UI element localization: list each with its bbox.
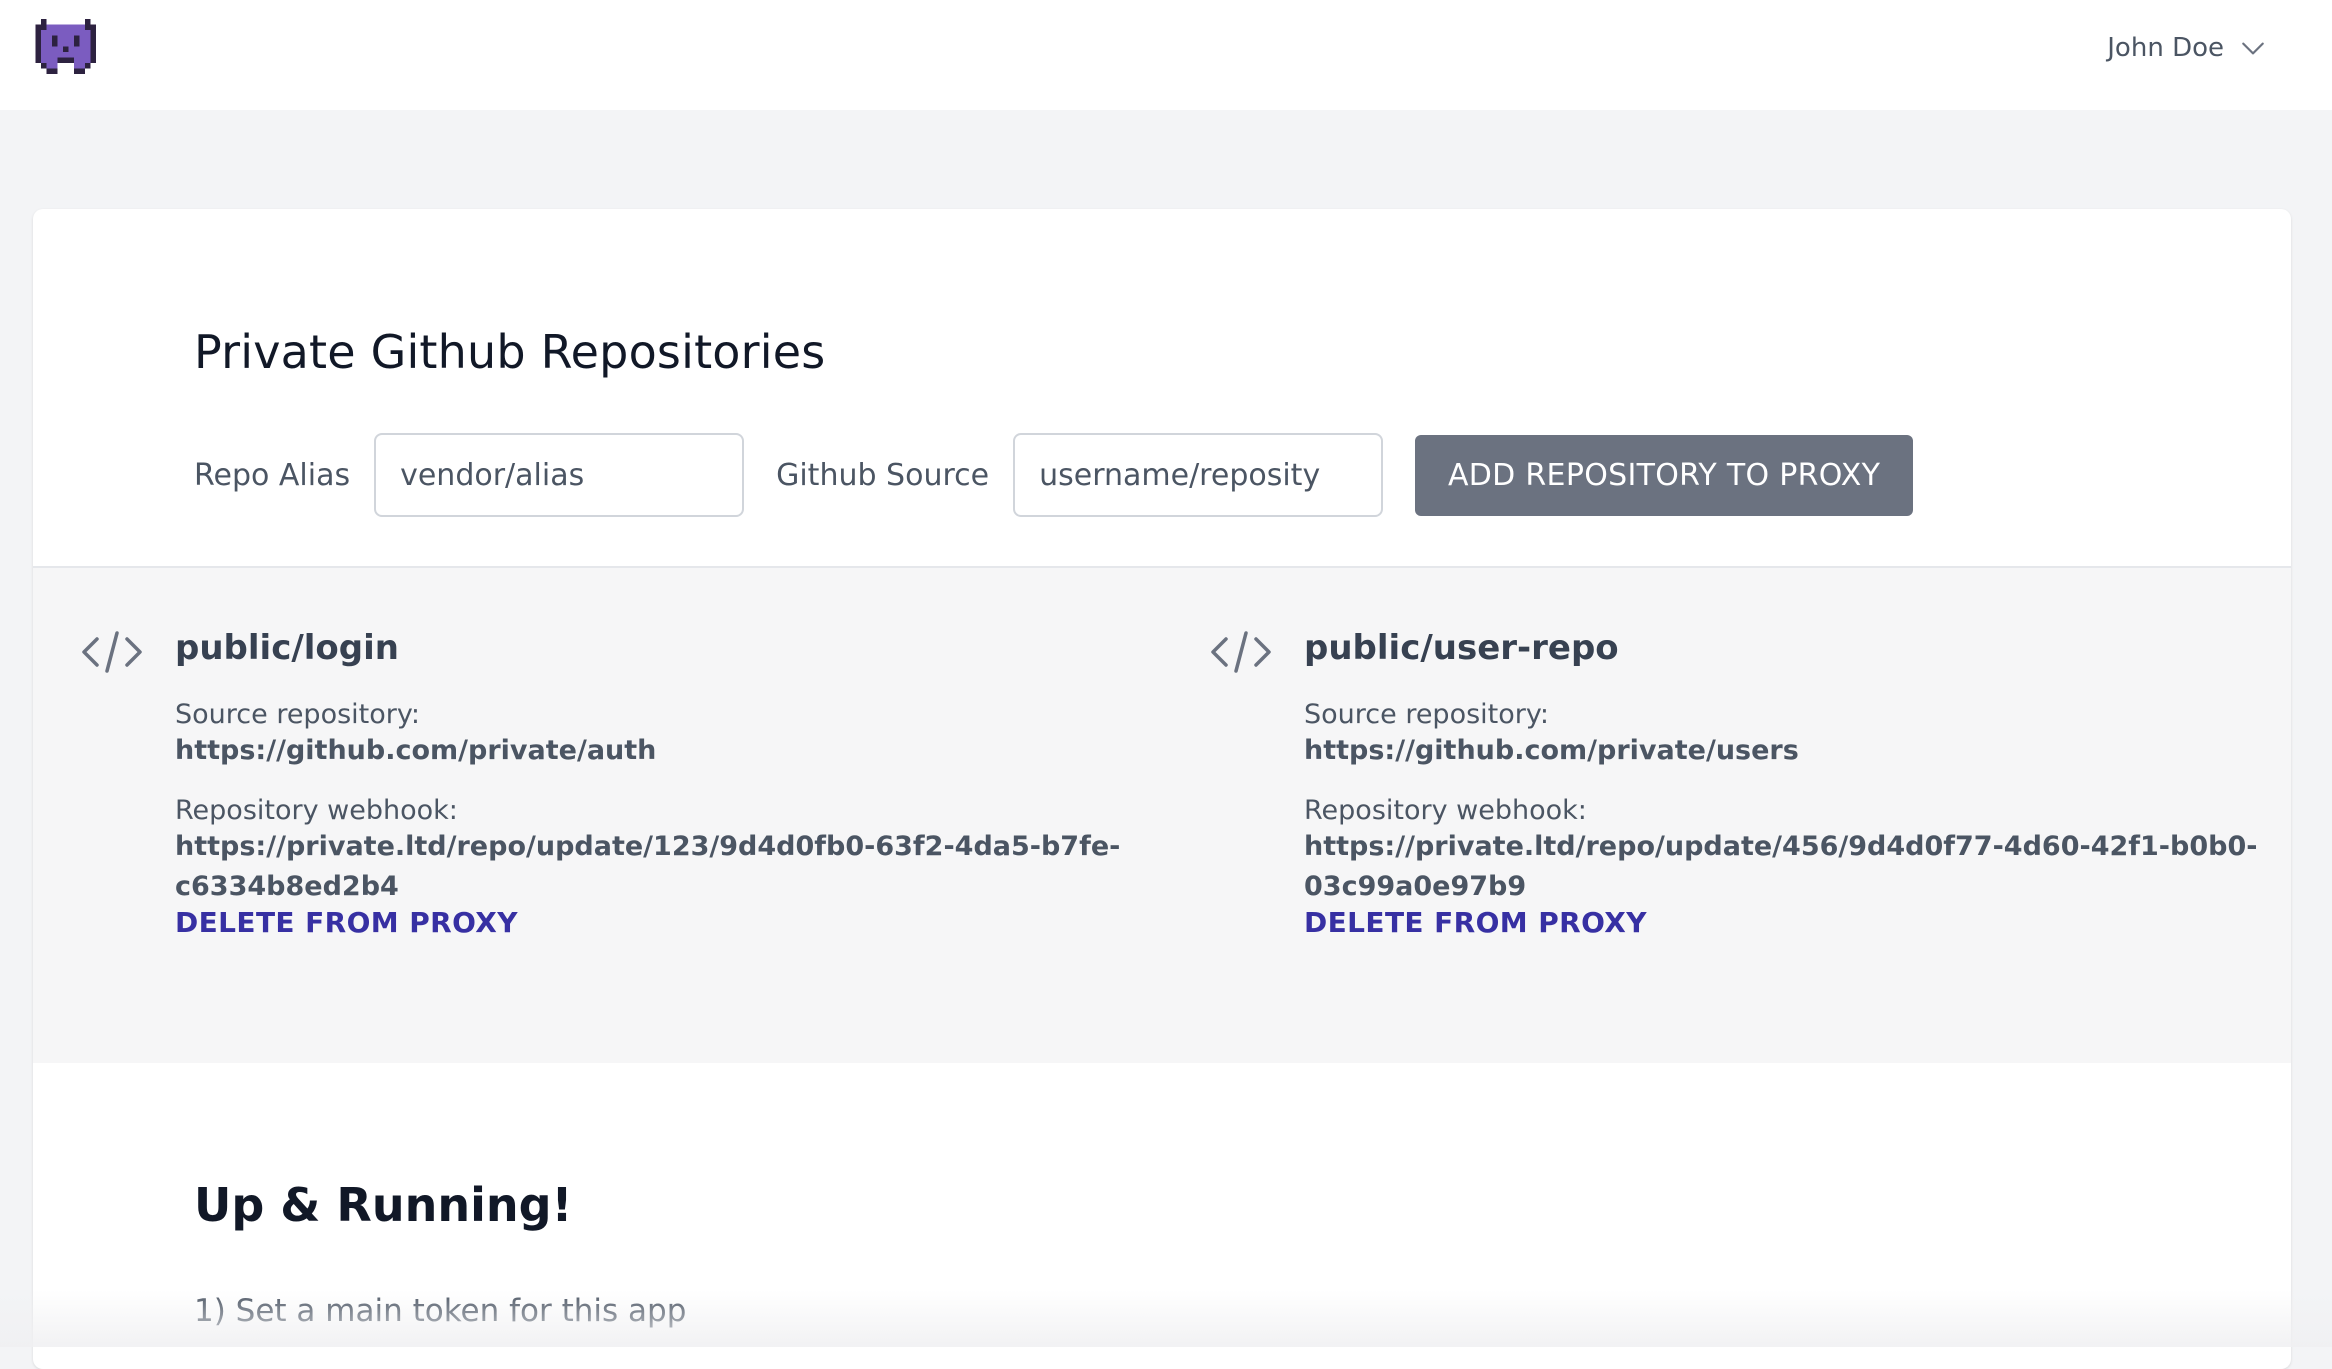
repository-webhook-label: Repository webhook:: [1304, 795, 1587, 826]
user-menu[interactable]: John Doe: [2107, 28, 2266, 68]
add-repository-panel: Private Github Repositories Repo Alias G…: [33, 209, 2291, 566]
github-source-input[interactable]: [1013, 433, 1384, 517]
repo-alias-label: Repo Alias: [194, 457, 351, 493]
repo-alias-input[interactable]: [374, 433, 745, 517]
repository-list: public/login Source repository: https://…: [33, 566, 2291, 1063]
repository-item: public/login Source repository: https://…: [81, 568, 1181, 1065]
repository-webhook-url-line-2: c6334b8ed2b4: [175, 871, 399, 902]
chevron-down-icon: [2242, 42, 2264, 55]
add-repository-button[interactable]: ADD REPOSITORY TO PROXY: [1415, 434, 1914, 516]
up-and-running-title: Up & Running!: [194, 1178, 573, 1232]
top-navbar: John Doe: [0, 0, 2332, 110]
delete-from-proxy-link[interactable]: DELETE FROM PROXY: [175, 906, 518, 939]
repository-webhook-url-line-1: https://private.ltd/repo/update/123/9d4d…: [175, 831, 1121, 862]
delete-from-proxy-link[interactable]: DELETE FROM PROXY: [1304, 906, 1647, 939]
source-repository-url: https://github.com/private/users: [1304, 735, 1799, 766]
source-repository-url: https://github.com/private/auth: [175, 735, 657, 766]
repository-webhook-url-line-1: https://private.ltd/repo/update/456/9d4d…: [1304, 831, 2258, 862]
page-title: Private Github Repositories: [194, 325, 826, 379]
repository-webhook-url-line-2: 03c99a0e97b9: [1304, 871, 1527, 902]
repository-name: public/user-repo: [1304, 628, 1619, 668]
repository-webhook-label: Repository webhook:: [175, 795, 458, 826]
repositories-card: Private Github Repositories Repo Alias G…: [33, 209, 2291, 1369]
source-repository-label: Source repository:: [175, 699, 420, 730]
source-repository-label: Source repository:: [1304, 699, 1549, 730]
repository-name: public/login: [175, 628, 399, 668]
user-name: John Doe: [2107, 33, 2224, 63]
code-icon: [1211, 631, 1271, 673]
code-icon: [82, 631, 142, 673]
pixel-invader-logo-icon[interactable]: [34, 19, 97, 74]
setup-step-1: 1) Set a main token for this app: [194, 1293, 687, 1329]
add-repository-form: Repo Alias Github Source ADD REPOSITORY …: [194, 433, 1914, 517]
github-source-label: Github Source: [776, 457, 990, 493]
repository-item: public/user-repo Source repository: http…: [1210, 568, 2291, 1065]
